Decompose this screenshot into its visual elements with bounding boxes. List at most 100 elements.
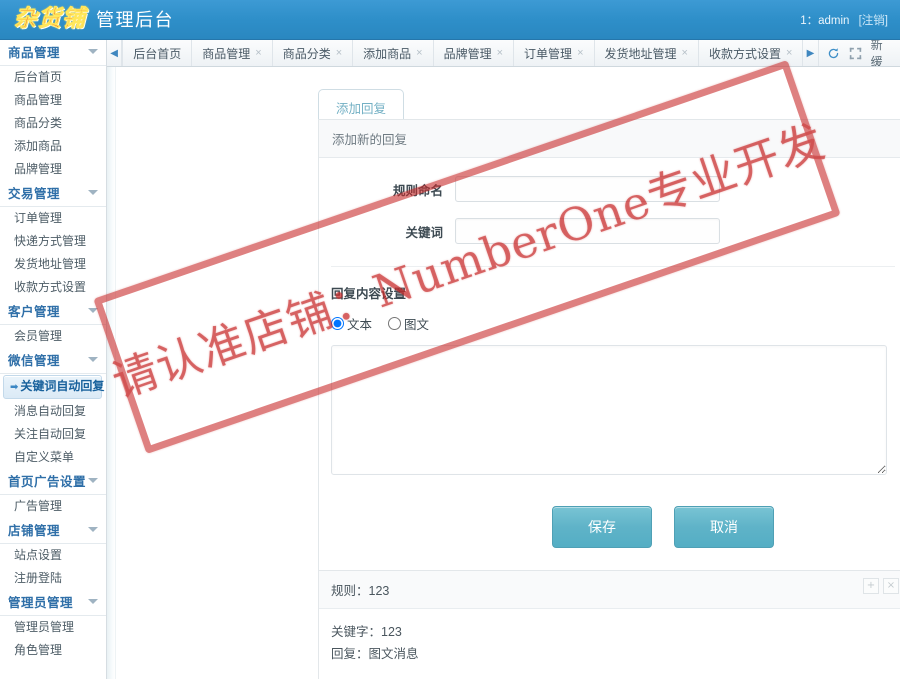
header-subtitle: 管理后台 xyxy=(96,10,174,31)
close-icon[interactable]: × xyxy=(786,47,792,59)
sidebar-item-custom-menu[interactable]: 自定义菜单 xyxy=(0,446,106,469)
sidebar-group-homepage-ads[interactable]: 首页广告设置 xyxy=(0,469,106,495)
reply-type-radio-group[interactable]: 文本 图文 xyxy=(319,314,900,333)
tab-label: 商品管理 xyxy=(202,46,251,61)
rule-panel-tools: + × xyxy=(863,578,899,594)
sidebar-group-label: 商品管理 xyxy=(8,46,61,60)
close-icon[interactable]: × xyxy=(577,47,583,59)
content-inner: 添加回复 添加新的回复 规则命名 关键词 回复内容设置 文本 图文 保存 取消 … xyxy=(115,67,900,679)
radio-image-text-option[interactable]: 图文 xyxy=(388,314,429,333)
sidebar-group-label: 首页广告设置 xyxy=(8,475,87,489)
rule-keyword-line: 关键字：123 xyxy=(331,625,402,639)
tab-brand-manage[interactable]: 品牌管理 × xyxy=(434,40,515,66)
sidebar-group-customer[interactable]: 客户管理 xyxy=(0,299,106,325)
tab-label: 商品分类 xyxy=(282,46,331,61)
sidebar-item-ad-manage[interactable]: 广告管理 xyxy=(0,495,106,518)
sidebar-item-goods-manage[interactable]: 商品管理 xyxy=(0,89,106,112)
tab-label: 订单管理 xyxy=(524,46,573,61)
sidebar-group-label: 微信管理 xyxy=(8,354,61,368)
close-icon[interactable]: × xyxy=(416,47,422,59)
logout-link[interactable]: [注销] xyxy=(859,15,888,27)
rule-panel-body: 关键字：123 回复：图文消息 xyxy=(319,609,900,679)
sidebar-group-trade[interactable]: 交易管理 xyxy=(0,181,106,207)
sidebar[interactable]: 商品管理 后台首页 商品管理 商品分类 添加商品 品牌管理 交易管理 订单管理 … xyxy=(0,40,107,679)
current-user-label: 1：admin xyxy=(800,15,850,27)
tab-add-goods[interactable]: 添加商品 × xyxy=(353,40,434,66)
sidebar-item-follow-autoreply[interactable]: 关注自动回复 xyxy=(0,423,106,446)
close-icon[interactable]: × xyxy=(682,47,688,59)
panel-body: 规则命名 关键词 回复内容设置 文本 图文 保存 取消 xyxy=(319,158,900,570)
sidebar-group-label: 店铺管理 xyxy=(8,524,61,538)
radio-text-input[interactable] xyxy=(331,317,344,330)
tab-payment-settings[interactable]: 收款方式设置 × xyxy=(699,40,804,66)
tab-shipping-address[interactable]: 发货地址管理 × xyxy=(595,40,699,66)
sidebar-group-wechat[interactable]: 微信管理 xyxy=(0,348,106,374)
rule-panel-header: 规则：123 + × xyxy=(319,571,900,609)
tab-bar-tools: 更新缓存 xyxy=(819,40,900,66)
tab-label: 品牌管理 xyxy=(443,46,492,61)
tab-home[interactable]: 后台首页 xyxy=(122,40,193,66)
sidebar-group-shop[interactable]: 店铺管理 xyxy=(0,518,106,544)
close-icon[interactable]: × xyxy=(883,578,899,594)
radio-text-label: 文本 xyxy=(347,318,373,332)
close-icon[interactable]: × xyxy=(497,47,503,59)
rule-name-label: 规则命名 xyxy=(392,183,443,198)
sidebar-item-site-settings[interactable]: 站点设置 xyxy=(0,544,106,567)
sidebar-item-role-manage[interactable]: 角色管理 xyxy=(0,639,106,662)
tab-goods-manage[interactable]: 商品管理 × xyxy=(192,40,273,66)
form-buttons: 保存 取消 xyxy=(319,506,900,548)
fullscreen-icon[interactable] xyxy=(849,47,862,60)
tab-label: 后台首页 xyxy=(133,46,182,61)
tab-goods-category[interactable]: 商品分类 × xyxy=(273,40,354,66)
sidebar-item-keyword-autoreply[interactable]: ➡ 关键词自动回复 xyxy=(3,375,105,399)
radio-image-text-label: 图文 xyxy=(404,318,430,332)
sidebar-item-brand-manage[interactable]: 品牌管理 xyxy=(0,158,106,181)
sidebar-group-admin[interactable]: 管理员管理 xyxy=(0,590,106,616)
sidebar-item-goods-category[interactable]: 商品分类 xyxy=(0,112,106,135)
rule-name-row: 规则命名 xyxy=(319,176,900,202)
close-icon[interactable]: × xyxy=(336,47,342,59)
tab-bar: ◀ 后台首页 商品管理 × 商品分类 × 添加商品 × 品牌管理 × 订单管理 … xyxy=(107,40,900,67)
rule-name-input[interactable] xyxy=(455,176,720,202)
reply-content-section-title: 回复内容设置 xyxy=(331,287,407,301)
sidebar-item-payment-settings[interactable]: 收款方式设置 xyxy=(0,276,106,299)
sidebar-item-add-goods[interactable]: 添加商品 xyxy=(0,135,106,158)
sidebar-item-home[interactable]: 后台首页 xyxy=(0,66,106,89)
content-area: 添加回复 添加新的回复 规则命名 关键词 回复内容设置 文本 图文 保存 取消 … xyxy=(107,67,900,679)
radio-image-text-input[interactable] xyxy=(388,317,402,330)
sidebar-item-admin-manage[interactable]: 管理员管理 xyxy=(0,616,106,639)
refresh-icon[interactable] xyxy=(827,47,840,60)
tab-label: 发货地址管理 xyxy=(604,46,677,61)
keyword-input[interactable] xyxy=(455,218,720,244)
sidebar-group-goods[interactable]: 商品管理 xyxy=(0,40,106,66)
rule-list-panel: 规则：123 + × 关键字：123 回复：图文消息 xyxy=(318,570,900,679)
rule-reply-line: 回复：图文消息 xyxy=(331,647,419,661)
top-header: 杂货铺 管理后台 1：admin [注销] xyxy=(0,0,900,40)
tab-order-manage[interactable]: 订单管理 × xyxy=(514,40,595,66)
expand-icon[interactable]: + xyxy=(863,578,879,594)
update-cache-button[interactable]: 更新缓存 xyxy=(871,40,892,66)
close-icon[interactable]: × xyxy=(255,47,261,59)
sidebar-item-shipping-method[interactable]: 快递方式管理 xyxy=(0,230,106,253)
sidebar-group-label: 客户管理 xyxy=(8,305,61,319)
tab-label: 添加商品 xyxy=(363,46,412,61)
tab-scroll-right-button[interactable]: ▶ xyxy=(803,40,819,66)
cancel-button[interactable]: 取消 xyxy=(674,506,774,548)
tab-scroll-left-button[interactable]: ◀ xyxy=(107,40,123,66)
form-divider xyxy=(331,266,895,267)
add-reply-panel: 添加新的回复 规则命名 关键词 回复内容设置 文本 图文 保存 取消 xyxy=(318,119,900,571)
chevron-down-icon xyxy=(88,599,98,604)
sidebar-item-label: 关键词自动回复 xyxy=(20,379,105,393)
sidebar-item-member-manage[interactable]: 会员管理 xyxy=(0,325,106,348)
textarea-wrapper xyxy=(319,345,900,478)
save-button[interactable]: 保存 xyxy=(552,506,652,548)
chevron-down-icon xyxy=(88,527,98,532)
sidebar-item-shipping-address[interactable]: 发货地址管理 xyxy=(0,253,106,276)
brand-logo: 杂货铺 管理后台 xyxy=(14,4,174,36)
reply-content-textarea[interactable] xyxy=(331,345,887,475)
radio-text-option[interactable]: 文本 xyxy=(331,314,372,333)
sidebar-item-register-login[interactable]: 注册登陆 xyxy=(0,567,106,590)
tab-label: 收款方式设置 xyxy=(708,46,781,61)
sidebar-item-message-autoreply[interactable]: 消息自动回复 xyxy=(0,400,106,423)
sidebar-item-order-manage[interactable]: 订单管理 xyxy=(0,207,106,230)
